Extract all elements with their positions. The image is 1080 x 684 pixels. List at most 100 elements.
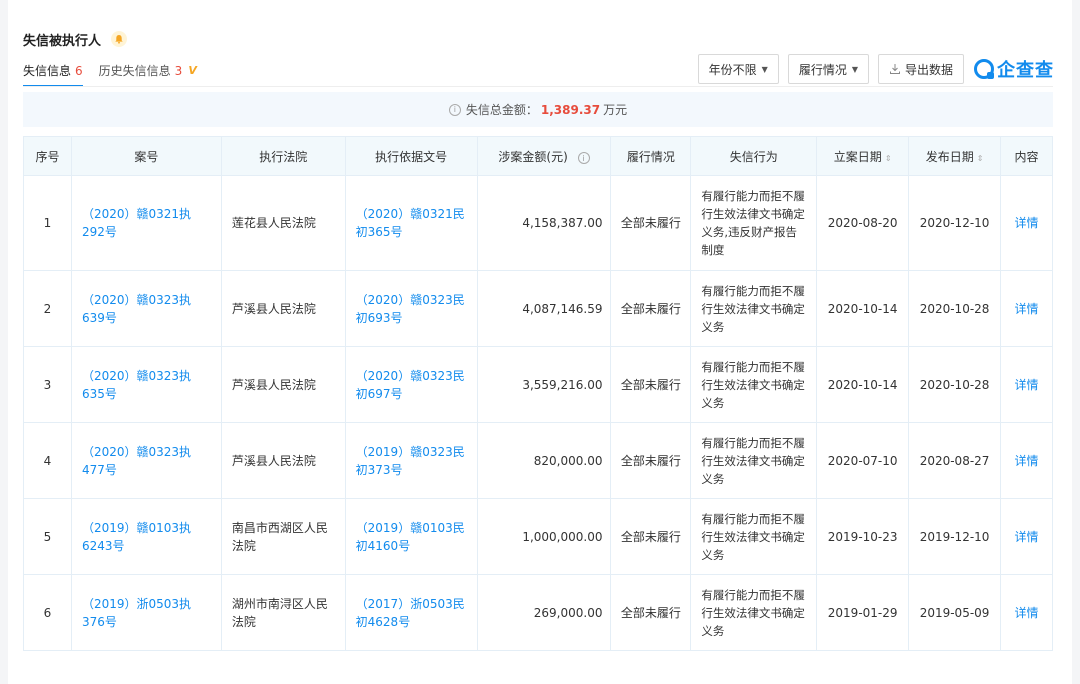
published-date: 2020-08-27 xyxy=(908,422,1002,499)
status-filter-dropdown[interactable]: 履行情况 ▼ xyxy=(787,54,869,84)
tab-label: 历史失信信息 xyxy=(98,64,171,78)
filed-date: 2019-01-29 xyxy=(816,574,910,651)
case-no-link[interactable]: （2020）赣0323执477号 xyxy=(70,422,222,499)
published-date: 2020-10-28 xyxy=(908,270,1002,347)
table-row: 5 （2019）赣0103执6243号 南昌市西湖区人民法院 （2019）赣01… xyxy=(23,498,1053,575)
basis-no-link[interactable]: （2019）赣0103民初4160号 xyxy=(344,498,478,575)
case-no-link[interactable]: （2020）赣0321执292号 xyxy=(70,175,222,271)
court-name: 芦溪县人民法院 xyxy=(220,422,346,499)
table-row: 4 （2020）赣0323执477号 芦溪县人民法院 （2019）赣0323民初… xyxy=(23,422,1053,499)
row-no: 3 xyxy=(23,346,72,423)
header-behavior: 失信行为 xyxy=(690,136,818,176)
header-filed-date[interactable]: 立案日期 ⇕ xyxy=(816,136,910,176)
status-value: 全部未履行 xyxy=(610,498,692,575)
status-value: 全部未履行 xyxy=(610,270,692,347)
status-filter-label: 履行情况 xyxy=(798,62,847,77)
detail-link[interactable]: 详情 xyxy=(1000,498,1053,575)
detail-link[interactable]: 详情 xyxy=(1000,574,1053,651)
header-published-date[interactable]: 发布日期 ⇕ xyxy=(908,136,1002,176)
published-date: 2020-12-10 xyxy=(908,175,1002,271)
status-value: 全部未履行 xyxy=(610,574,692,651)
header-status: 履行情况 xyxy=(610,136,692,176)
basis-no-link[interactable]: （2020）赣0323民初693号 xyxy=(344,270,478,347)
row-no: 5 xyxy=(23,498,72,575)
row-no: 4 xyxy=(23,422,72,499)
total-amount-bar: i 失信总金额： 1,389.37 万元 xyxy=(23,92,1053,127)
detail-link[interactable]: 详情 xyxy=(1000,422,1053,499)
tab-bar: 失信信息 6 历史失信信息 3 V xyxy=(23,62,213,87)
filed-date: 2020-10-14 xyxy=(816,270,910,347)
tab-divider xyxy=(23,86,1053,87)
published-date: 2019-12-10 xyxy=(908,498,1002,575)
status-value: 全部未履行 xyxy=(610,175,692,271)
court-name: 莲花县人民法院 xyxy=(220,175,346,271)
download-icon xyxy=(889,64,900,74)
header-case-no: 案号 xyxy=(70,136,222,176)
caret-down-icon: ▼ xyxy=(851,64,858,74)
total-amount-unit: 万元 xyxy=(603,103,628,117)
tab-history-records[interactable]: 历史失信信息 3 V xyxy=(99,62,197,85)
court-name: 芦溪县人民法院 xyxy=(220,270,346,347)
info-icon[interactable]: i xyxy=(577,152,590,164)
behavior-text: 有履行能力而拒不履行生效法律文书确定义务 xyxy=(690,574,818,651)
bell-icon[interactable] xyxy=(111,31,128,47)
table-row: 2 （2020）赣0323执639号 芦溪县人民法院 （2020）赣0323民初… xyxy=(23,270,1053,347)
header-no: 序号 xyxy=(23,136,72,176)
logo-mark-icon xyxy=(974,59,994,79)
logo-text: 企查查 xyxy=(997,60,1054,81)
case-no-link[interactable]: （2019）赣0103执6243号 xyxy=(70,498,222,575)
total-amount-label: 失信总金额： xyxy=(465,103,538,117)
row-no: 1 xyxy=(23,175,72,271)
sort-icon: ⇕ xyxy=(884,153,892,163)
court-name: 芦溪县人民法院 xyxy=(220,346,346,423)
amount-value: 269,000.00 xyxy=(476,574,612,651)
published-date: 2020-10-28 xyxy=(908,346,1002,423)
section-header: 失信被执行人 xyxy=(23,30,128,49)
header-amount-label: 涉案金额(元) xyxy=(498,149,568,164)
header-content: 内容 xyxy=(1000,136,1053,176)
basis-no-link[interactable]: （2017）浙0503民初4628号 xyxy=(344,574,478,651)
case-no-link[interactable]: （2020）赣0323执635号 xyxy=(70,346,222,423)
basis-no-link[interactable]: （2019）赣0323民初373号 xyxy=(344,422,478,499)
filed-date: 2020-10-14 xyxy=(816,346,910,423)
basis-no-link[interactable]: （2020）赣0321民初365号 xyxy=(344,175,478,271)
year-filter-dropdown[interactable]: 年份不限 ▼ xyxy=(697,54,779,84)
panel: 失信被执行人 失信信息 6 历史失信信息 3 V 年份不限 ▼ 履行情况 ▼ 导… xyxy=(8,0,1072,684)
tab-label: 失信信息 xyxy=(23,64,72,78)
caret-down-icon: ▼ xyxy=(761,64,768,74)
detail-link[interactable]: 详情 xyxy=(1000,175,1053,271)
case-no-link[interactable]: （2019）浙0503执376号 xyxy=(70,574,222,651)
table-row: 1 （2020）赣0321执292号 莲花县人民法院 （2020）赣0321民初… xyxy=(23,175,1053,271)
basis-no-link[interactable]: （2020）赣0323民初697号 xyxy=(344,346,478,423)
year-filter-label: 年份不限 xyxy=(708,62,757,77)
court-name: 湖州市南浔区人民法院 xyxy=(220,574,346,651)
amount-value: 820,000.00 xyxy=(476,422,612,499)
detail-link[interactable]: 详情 xyxy=(1000,270,1053,347)
case-no-link[interactable]: （2020）赣0323执639号 xyxy=(70,270,222,347)
amount-value: 3,559,216.00 xyxy=(476,346,612,423)
filed-date: 2020-07-10 xyxy=(816,422,910,499)
behavior-text: 有履行能力而拒不履行生效法律文书确定义务 xyxy=(690,346,818,423)
filed-date: 2019-10-23 xyxy=(816,498,910,575)
amount-value: 1,000,000.00 xyxy=(476,498,612,575)
status-value: 全部未履行 xyxy=(610,422,692,499)
header-amount: 涉案金额(元) i xyxy=(476,136,612,176)
vip-icon: V xyxy=(188,64,197,77)
row-no: 6 xyxy=(23,574,72,651)
behavior-text: 有履行能力而拒不履行生效法律文书确定义务,违反财产报告制度 xyxy=(690,175,818,271)
total-amount-value: 1,389.37 xyxy=(540,102,601,117)
amount-value: 4,087,146.59 xyxy=(476,270,612,347)
published-date: 2019-05-09 xyxy=(908,574,1002,651)
row-no: 2 xyxy=(23,270,72,347)
header-basis-no: 执行依据文号 xyxy=(344,136,478,176)
tab-current-records[interactable]: 失信信息 6 xyxy=(23,62,83,87)
detail-link[interactable]: 详情 xyxy=(1000,346,1053,423)
toolbar: 年份不限 ▼ 履行情况 ▼ 导出数据 企查查 xyxy=(689,54,1054,84)
behavior-text: 有履行能力而拒不履行生效法律文书确定义务 xyxy=(690,498,818,575)
info-icon: i xyxy=(448,103,461,116)
export-button[interactable]: 导出数据 xyxy=(877,54,964,84)
header-court: 执行法院 xyxy=(220,136,346,176)
behavior-text: 有履行能力而拒不履行生效法律文书确定义务 xyxy=(690,270,818,347)
status-value: 全部未履行 xyxy=(610,346,692,423)
amount-value: 4,158,387.00 xyxy=(476,175,612,271)
